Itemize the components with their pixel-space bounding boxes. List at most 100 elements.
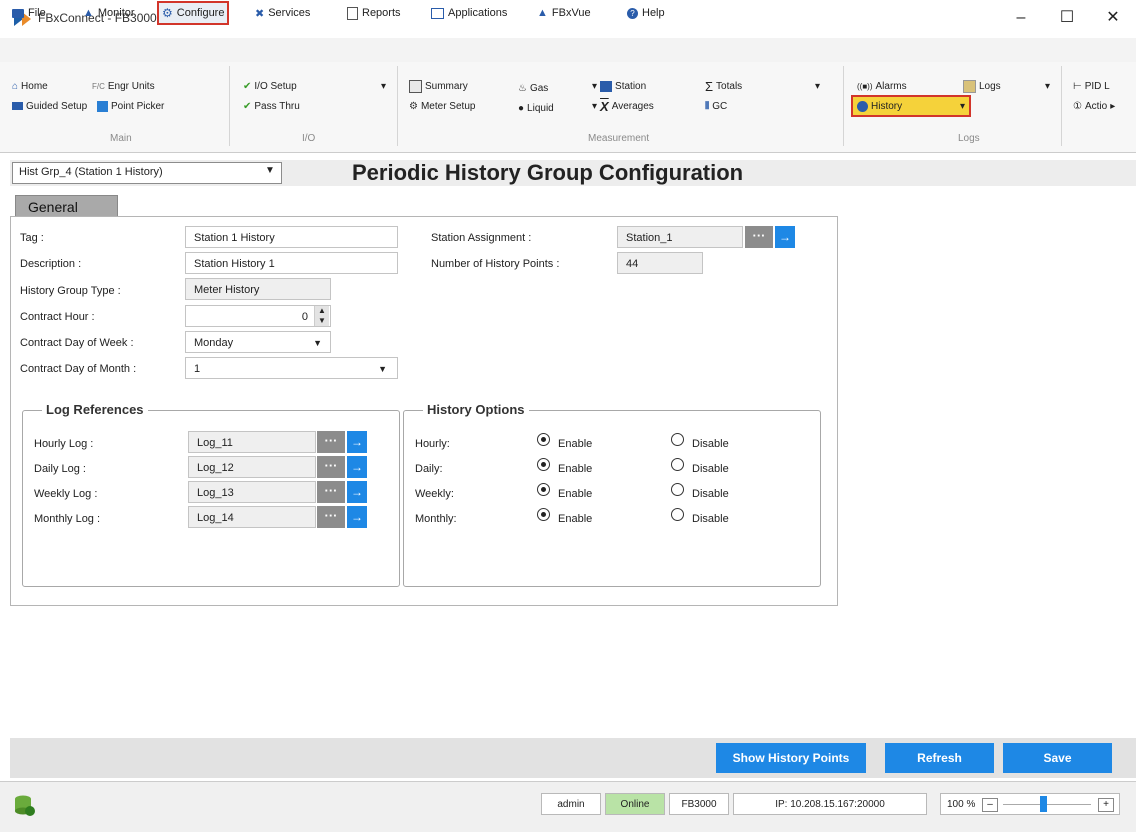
weekly-enable-radio[interactable] bbox=[537, 483, 550, 496]
dropdown-arrow-icon: ▾ bbox=[592, 80, 598, 92]
status-device: FB3000 bbox=[669, 793, 729, 815]
ribbon-averages[interactable]: ▾ X Averages bbox=[592, 98, 654, 114]
ribbon-pid[interactable]: ⊢ PID L bbox=[1073, 78, 1110, 94]
contract-day-month-select[interactable]: 1 ▼ bbox=[185, 357, 398, 379]
browse-button[interactable]: ··· bbox=[317, 481, 345, 503]
arrow-right-icon[interactable]: → bbox=[347, 506, 367, 528]
contract-hour-stepper[interactable]: 0 bbox=[185, 305, 331, 327]
logs-icon bbox=[963, 79, 976, 93]
measurement-dropdown-icon[interactable]: ▾ bbox=[815, 78, 820, 94]
menu-services[interactable]: ✖ Services bbox=[255, 4, 310, 22]
arrow-right-icon[interactable]: → bbox=[347, 456, 367, 478]
menu-reports[interactable]: Reports bbox=[347, 4, 401, 22]
menu-help[interactable]: ? Help bbox=[627, 4, 665, 22]
menu-label: Monitor bbox=[97, 7, 135, 19]
ribbon-label: GC bbox=[712, 100, 728, 112]
zoom-slider-track[interactable] bbox=[1003, 804, 1091, 805]
zoom-in-button[interactable]: + bbox=[1098, 798, 1114, 812]
disable-label: Disable bbox=[692, 513, 729, 525]
group-label-main: Main bbox=[110, 133, 132, 144]
ribbon-point-picker[interactable]: Point Picker bbox=[97, 98, 164, 114]
monthly-enable-radio[interactable] bbox=[537, 508, 550, 521]
ribbon-alarms[interactable]: ((■)) Alarms bbox=[857, 78, 907, 94]
daily-enable-radio[interactable] bbox=[537, 458, 550, 471]
tab-general[interactable]: General bbox=[15, 195, 118, 217]
actions-icon: ① bbox=[1073, 100, 1082, 112]
zoom-slider-handle[interactable] bbox=[1040, 796, 1047, 812]
history-icon bbox=[857, 100, 868, 112]
point-picker-icon bbox=[97, 100, 108, 112]
menu-monitor[interactable]: ▲ Monitor bbox=[83, 4, 135, 22]
engr-units-icon: F/C bbox=[92, 81, 105, 91]
tag-field[interactable]: Station 1 History bbox=[185, 226, 398, 248]
browse-button[interactable]: ··· bbox=[745, 226, 773, 248]
io-dropdown-icon[interactable]: ▾ bbox=[381, 78, 386, 94]
description-label: Description : bbox=[20, 258, 82, 270]
menu-configure[interactable]: ⚙ Configure bbox=[157, 1, 230, 25]
ribbon-label: Pass Thru bbox=[254, 100, 300, 112]
droplet-icon: ● bbox=[518, 102, 525, 114]
hourly-enable-radio[interactable] bbox=[537, 433, 550, 446]
ribbon-home[interactable]: ⌂ Home bbox=[12, 78, 48, 94]
ribbon-gc[interactable]: ⫴ GC bbox=[705, 98, 727, 114]
divider bbox=[843, 66, 844, 146]
menu-applications[interactable]: Applications bbox=[431, 4, 507, 22]
menu-file[interactable]: File bbox=[12, 4, 46, 22]
ribbon-station[interactable]: ▾ Station bbox=[592, 78, 646, 94]
ribbon-gas[interactable]: ♨ Gas bbox=[518, 80, 548, 96]
minimize-button[interactable]: – bbox=[1006, 6, 1036, 30]
ribbon-io-setup[interactable]: ✔ I/O Setup bbox=[243, 78, 297, 94]
close-button[interactable]: ✕ bbox=[1098, 6, 1128, 30]
ribbon-meter-setup[interactable]: ⚙ Meter Setup bbox=[409, 98, 475, 114]
arrow-right-icon[interactable]: → bbox=[775, 226, 795, 248]
ribbon-logs[interactable]: Logs bbox=[963, 78, 1001, 94]
arrow-right-icon[interactable]: → bbox=[347, 481, 367, 503]
browse-button[interactable]: ··· bbox=[317, 431, 345, 453]
ribbon-actions[interactable]: ① Actio ▸ bbox=[1073, 98, 1115, 114]
menu-fbxvue[interactable]: ▲ FBxVue bbox=[537, 4, 591, 22]
contract-hour-label: Contract Hour : bbox=[20, 311, 95, 323]
average-icon: X bbox=[600, 98, 609, 114]
fbxvue-icon: ▲ bbox=[537, 7, 548, 19]
daily-disable-radio[interactable] bbox=[671, 458, 684, 471]
save-button[interactable]: Save bbox=[1003, 743, 1112, 773]
ribbon-totals[interactable]: Σ Totals bbox=[705, 78, 742, 94]
contract-day-week-select[interactable]: Monday ▼ bbox=[185, 331, 331, 353]
sigma-icon: Σ bbox=[705, 78, 714, 94]
station-assignment-label: Station Assignment : bbox=[431, 232, 532, 244]
hourly-disable-radio[interactable] bbox=[671, 433, 684, 446]
description-field[interactable]: Station History 1 bbox=[185, 252, 398, 274]
ribbon-engr-units[interactable]: F/C Engr Units bbox=[92, 78, 155, 94]
weekly-log-field: Log_13 bbox=[188, 481, 316, 503]
enable-label: Enable bbox=[558, 438, 593, 450]
daily-log-field: Log_12 bbox=[188, 456, 316, 478]
pid-icon: ⊢ bbox=[1073, 80, 1082, 92]
menu-label: Reports bbox=[362, 7, 401, 19]
show-history-points-button[interactable]: Show History Points bbox=[716, 743, 866, 773]
refresh-button[interactable]: Refresh bbox=[885, 743, 994, 773]
group-label-measurement: Measurement bbox=[588, 133, 650, 144]
ribbon-label: Gas bbox=[529, 82, 549, 94]
guided-setup-icon bbox=[12, 102, 23, 110]
zoom-out-button[interactable]: – bbox=[982, 798, 998, 812]
weekly-disable-radio[interactable] bbox=[671, 483, 684, 496]
arrow-right-icon[interactable]: → bbox=[347, 431, 367, 453]
spinner-icon[interactable]: ▲ ▼ bbox=[314, 306, 329, 326]
logs-dropdown-icon[interactable]: ▾ bbox=[1045, 78, 1050, 94]
ribbon-history[interactable]: History ▾ bbox=[851, 95, 971, 117]
tag-label: Tag : bbox=[20, 232, 44, 244]
ribbon-summary[interactable]: Summary bbox=[409, 78, 468, 94]
history-group-select[interactable]: Hist Grp_4 (Station 1 History) ▼ bbox=[12, 162, 282, 184]
monthly-disable-radio[interactable] bbox=[671, 508, 684, 521]
database-icon bbox=[15, 795, 35, 816]
folder-icon bbox=[12, 8, 24, 18]
ribbon-pass-thru[interactable]: ✔ Pass Thru bbox=[243, 98, 300, 114]
ribbon-liquid[interactable]: ● Liquid bbox=[518, 100, 554, 116]
maximize-button[interactable]: ☐ bbox=[1052, 6, 1082, 30]
home-icon: ⌂ bbox=[12, 80, 19, 92]
ribbon-guided-setup[interactable]: Guided Setup bbox=[12, 98, 87, 114]
browse-button[interactable]: ··· bbox=[317, 506, 345, 528]
menu-label: Applications bbox=[448, 7, 508, 19]
history-options-group bbox=[403, 410, 821, 587]
browse-button[interactable]: ··· bbox=[317, 456, 345, 478]
